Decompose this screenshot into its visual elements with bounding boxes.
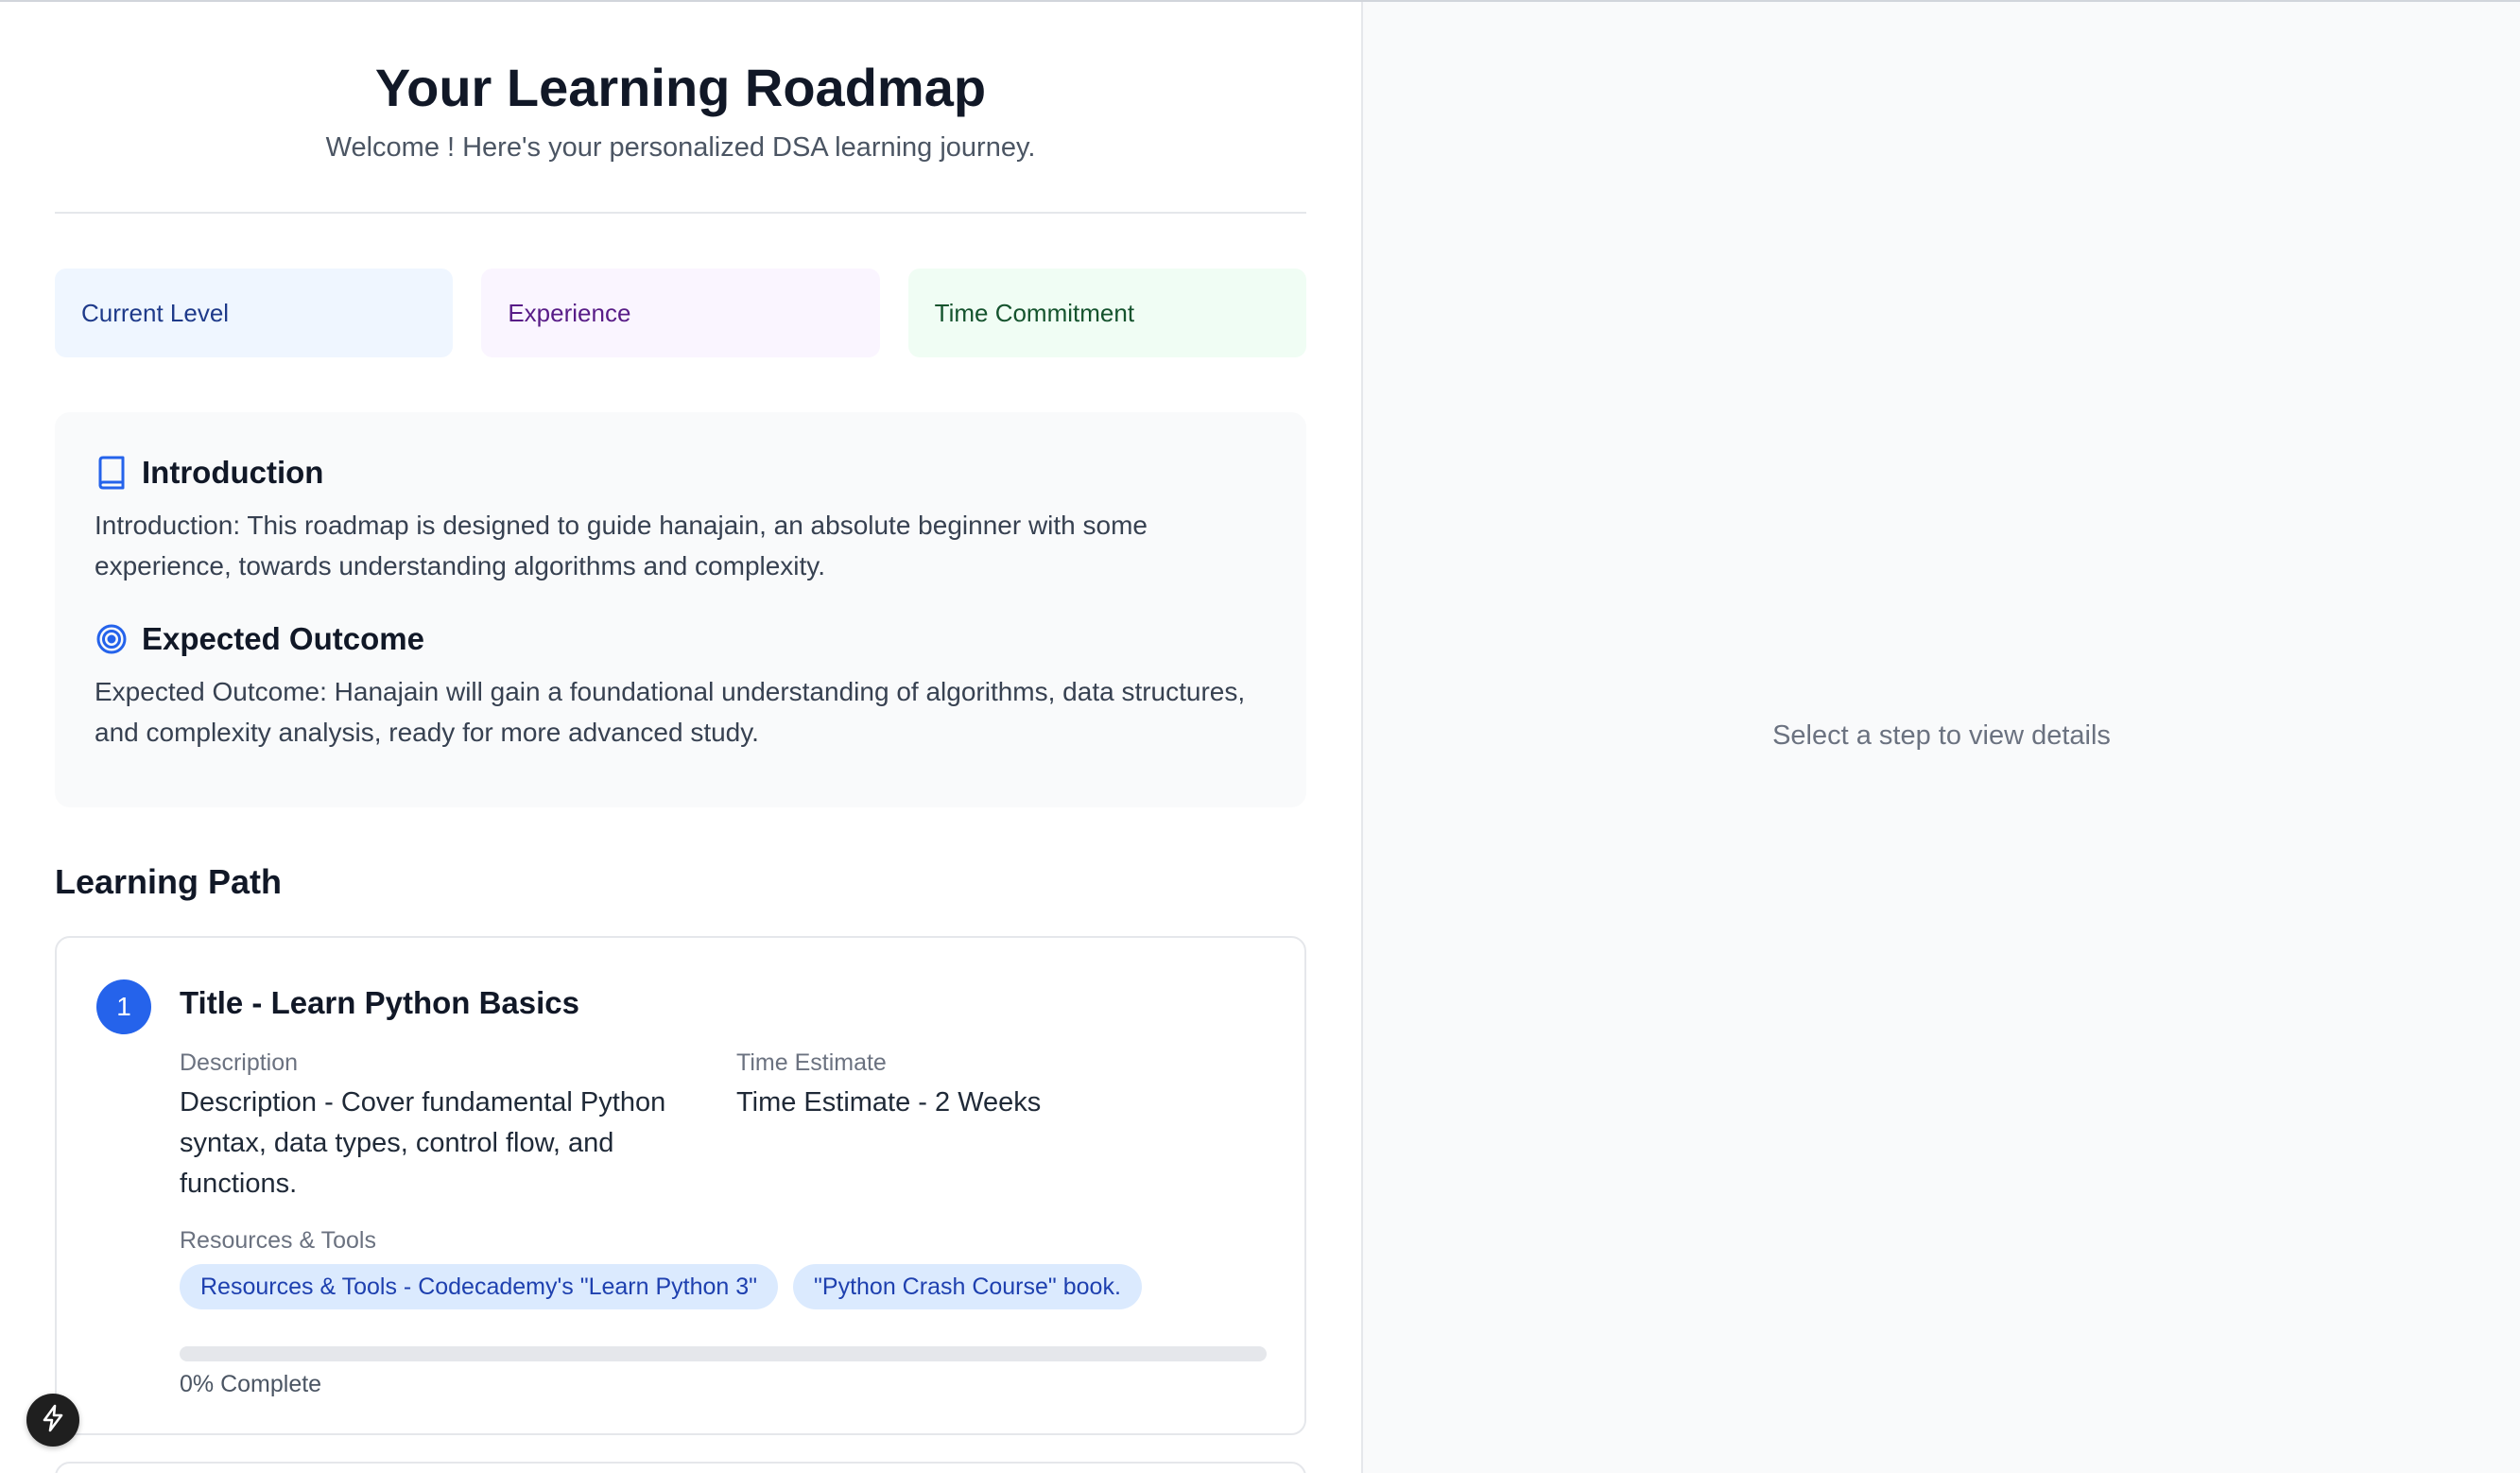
stat-time-commitment: Time Commitment <box>907 269 1306 357</box>
outcome-heading: Expected Outcome <box>142 621 424 656</box>
step-progress: 0% Complete <box>180 1346 1267 1398</box>
step-description: Description Description - Cover fundamen… <box>180 1049 690 1204</box>
step-card[interactable]: 1 Title - Learn Python Basics Descriptio… <box>55 936 1306 1435</box>
resources-label: Resources & Tools <box>180 1227 376 1254</box>
description-value: Description - Cover fundamental Python s… <box>180 1087 666 1199</box>
stat-label: Time Commitment <box>934 298 1135 327</box>
resource-tag[interactable]: "Python Crash Course" book. <box>793 1264 1142 1309</box>
stat-experience: Experience <box>481 269 880 357</box>
stat-current-level: Current Level <box>55 269 454 357</box>
introduction-text: Introduction: This roadmap is designed t… <box>95 511 1148 581</box>
outcome-text: Expected Outcome: Hanajain will gain a f… <box>95 677 1246 747</box>
step-title: Title - Learn Python Basics <box>180 985 580 1020</box>
stat-label: Experience <box>508 298 631 327</box>
step-resources: Resources & Tools Resources & Tools - Co… <box>180 1227 1142 1309</box>
resource-tags: Resources & Tools - Codecademy's "Learn … <box>180 1264 1142 1309</box>
bolt-button[interactable] <box>26 1394 79 1447</box>
step-card[interactable] <box>55 1462 1306 1473</box>
resource-tag[interactable]: Resources & Tools - Codecademy's "Learn … <box>180 1264 779 1309</box>
detail-placeholder: Select a step to view details <box>1772 720 2111 751</box>
book-icon <box>95 456 129 490</box>
stats-row: Current Level Experience Time Commitment <box>55 269 1306 357</box>
time-estimate-label: Time Estimate <box>736 1049 887 1076</box>
time-estimate-value: Time Estimate - 2 Weeks <box>736 1087 1042 1118</box>
introduction-heading-row: Introduction <box>95 454 1265 492</box>
introduction-heading: Introduction <box>142 455 324 490</box>
lightning-icon <box>41 1404 65 1437</box>
progress-label: 0% Complete <box>180 1371 322 1397</box>
target-icon <box>95 622 129 656</box>
step-time-estimate: Time Estimate Time Estimate - 2 Weeks <box>736 1049 1266 1123</box>
page-subtitle: Welcome ! Here's your personalized DSA l… <box>325 132 1036 163</box>
step-number-badge: 1 <box>96 979 151 1034</box>
overview-card: Introduction Introduction: This roadmap … <box>55 412 1306 807</box>
page-header: Your Learning Roadmap Welcome ! Here's y… <box>55 2 1306 214</box>
description-label: Description <box>180 1049 299 1076</box>
stat-label: Current Level <box>81 298 230 327</box>
roadmap-panel[interactable]: Your Learning Roadmap Welcome ! Here's y… <box>0 2 1361 1473</box>
roadmap-content: Your Learning Roadmap Welcome ! Here's y… <box>55 2 1306 1473</box>
outcome-heading-row: Expected Outcome <box>95 620 1265 658</box>
detail-panel: Select a step to view details <box>1361 2 2520 1473</box>
page-title: Your Learning Roadmap <box>374 58 987 117</box>
progress-bar <box>180 1346 1267 1361</box>
learning-path-title: Learning Path <box>55 862 283 901</box>
